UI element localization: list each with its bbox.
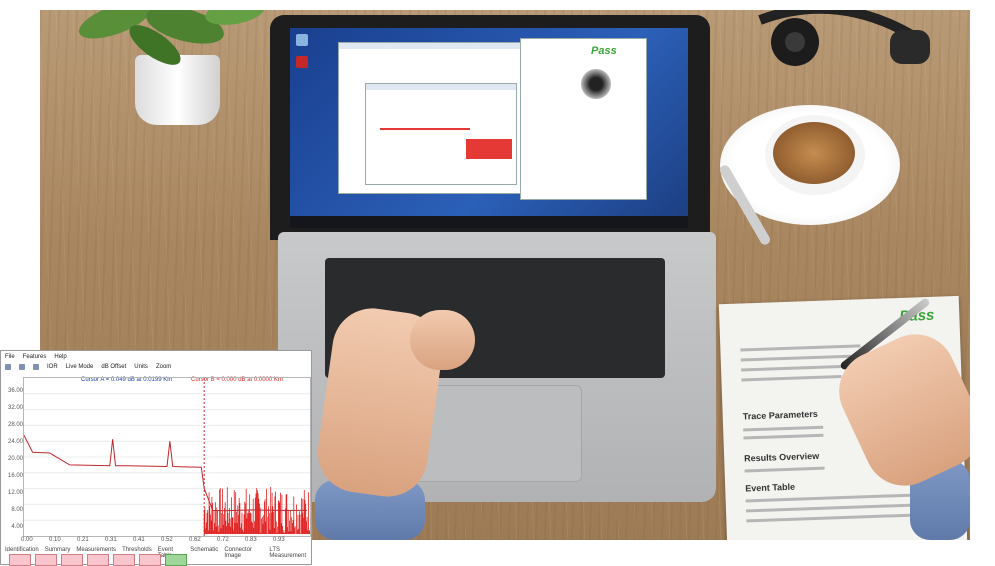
event-box-5[interactable] — [139, 554, 161, 566]
y-tick-label: 24.00 — [7, 439, 23, 445]
laptop-screen: Pass — [290, 28, 688, 228]
event-box-4[interactable] — [113, 554, 135, 566]
x-tick-label: 0.10 — [49, 537, 61, 543]
event-box-3[interactable] — [87, 554, 109, 566]
open-icon[interactable] — [5, 363, 11, 370]
y-tick-label: 12.00 — [7, 490, 23, 496]
x-tick-label: 0.31 — [105, 537, 117, 543]
y-tick-label: 4.00 — [11, 524, 23, 530]
y-tick-label: 20.00 — [7, 456, 23, 462]
inset-toolbar: IOR Live Mode dB Offset Units Zoom — [5, 362, 305, 371]
taskbar — [290, 216, 688, 228]
x-tick-label: 0.83 — [245, 537, 257, 543]
menu-features[interactable]: Features — [23, 354, 47, 360]
right-fingers — [410, 310, 475, 370]
x-tick-label: 0.62 — [189, 537, 201, 543]
toolbar-ior[interactable]: IOR — [47, 364, 58, 370]
event-schematic — [9, 554, 187, 566]
save-icon[interactable] — [19, 363, 25, 370]
event-box-2[interactable] — [61, 554, 83, 566]
event-box-0[interactable] — [9, 554, 31, 566]
headphones — [758, 10, 930, 66]
report-section-trace-parameters: Trace Parameters — [742, 408, 818, 422]
tab-schematic[interactable]: Schematic — [190, 547, 218, 559]
tab-connector-image[interactable]: Connector Image — [224, 547, 263, 559]
tab-lts-measurement[interactable]: LTS Measurement — [269, 547, 311, 559]
toolbar-zoom[interactable]: Zoom — [156, 364, 171, 370]
y-tick-label: 16.00 — [7, 473, 23, 479]
window-trace — [365, 83, 517, 185]
event-box-6[interactable] — [165, 554, 187, 566]
event-box-1[interactable] — [35, 554, 57, 566]
print-icon[interactable] — [33, 363, 39, 370]
window-report: Pass — [520, 38, 647, 200]
trackpad — [415, 385, 582, 482]
x-tick-label: 0.93 — [273, 537, 285, 543]
otdr-trace-plot[interactable] — [23, 377, 311, 537]
menu-help[interactable]: Help — [54, 354, 66, 360]
coffee — [773, 122, 855, 184]
x-tick-label: 0.21 — [77, 537, 89, 543]
toolbar-live-mode[interactable]: Live Mode — [66, 364, 94, 370]
y-tick-label: 28.00 — [7, 422, 23, 428]
x-tick-label: 0.00 — [21, 537, 33, 543]
toolbar-units[interactable]: Units — [134, 364, 148, 370]
y-tick-label: 8.00 — [11, 507, 23, 513]
x-tick-label: 0.41 — [133, 537, 145, 543]
desktop-icon-2 — [296, 56, 308, 68]
x-tick-label: 0.52 — [161, 537, 173, 543]
inset-menubar: File Features Help — [5, 354, 67, 360]
otdr-software-inset: File Features Help IOR Live Mode dB Offs… — [0, 350, 312, 566]
x-tick-label: 0.72 — [217, 537, 229, 543]
trace-svg — [23, 378, 311, 536]
desktop-icon-1 — [296, 34, 308, 46]
toolbar-db-offset[interactable]: dB Offset — [101, 364, 126, 370]
report-section-event-table: Event Table — [745, 481, 796, 494]
y-tick-label: 32.00 — [7, 405, 23, 411]
y-tick-label: 36.00 — [7, 388, 23, 394]
menu-file[interactable]: File — [5, 354, 15, 360]
plant-leaves — [78, 10, 265, 65]
report-section-results-overview: Results Overview — [744, 450, 820, 464]
screen-pass-label: Pass — [591, 45, 617, 57]
